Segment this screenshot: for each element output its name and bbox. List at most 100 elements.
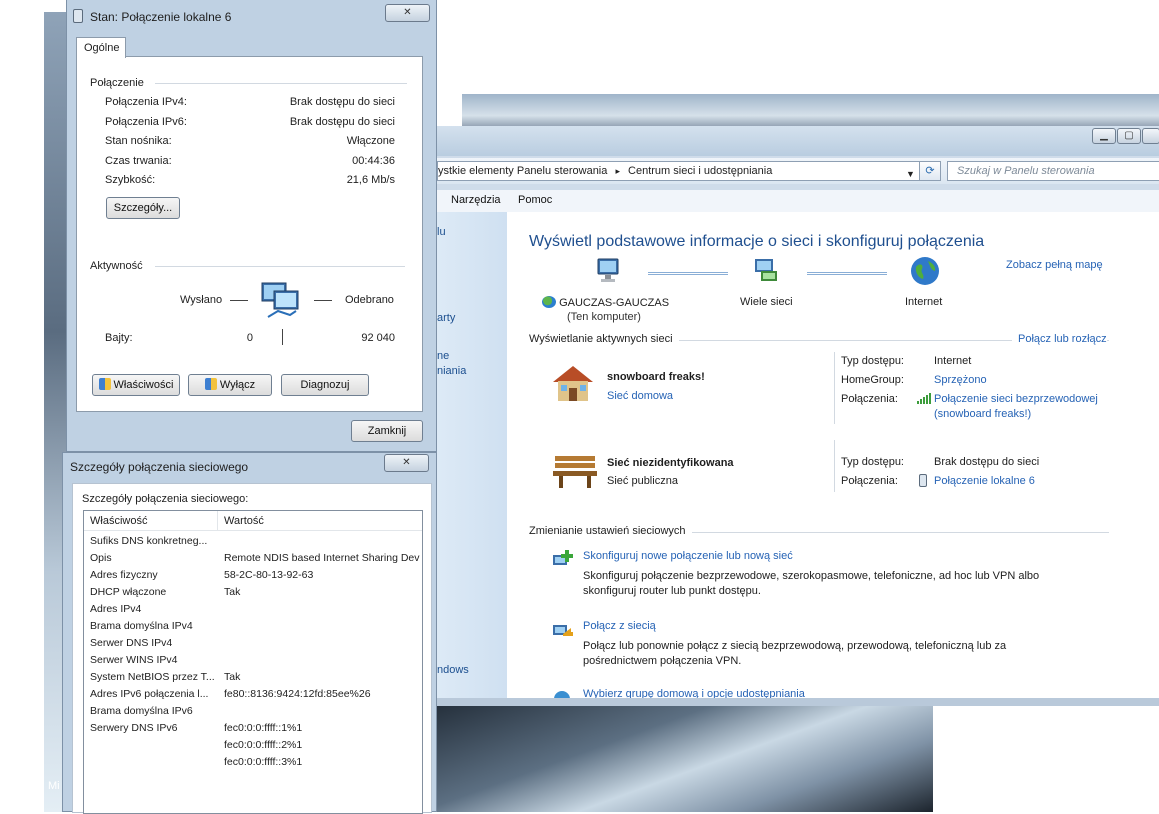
network-name: snowboard freaks!	[607, 371, 705, 383]
table-row[interactable]: Brama domyślna IPv6	[90, 705, 422, 722]
chevron-down-icon[interactable]: ▼	[906, 169, 915, 179]
row-label: Połączenia IPv6:	[105, 116, 187, 128]
network-type-link[interactable]: Sieć domowa	[607, 390, 673, 402]
search-input[interactable]: Szukaj w Panelu sterowania	[947, 161, 1159, 181]
local-connection-link[interactable]: Połączenie lokalne 6	[934, 475, 1035, 487]
dialog-close-x[interactable]: ✕	[385, 4, 430, 22]
row-label: Połączenia IPv4:	[105, 96, 187, 108]
row-label: Szybkość:	[105, 174, 156, 186]
table-row[interactable]: System NetBIOS przez T... Tak	[90, 671, 422, 688]
change-settings-title: Zmienianie ustawień sieciowych	[529, 525, 692, 537]
row-property: Adres fizyczny	[90, 569, 158, 581]
desktop-wallpaper-top	[462, 94, 1159, 130]
table-row[interactable]: Serwery DNS IPv6 fec0:0:0:ffff::1%1	[90, 722, 422, 739]
address-bar-row: ystkie elementy Panelu sterowania ▸ Cent…	[437, 158, 1159, 184]
details-button[interactable]: Szczegóły...	[106, 197, 180, 219]
setup-new-connection-link[interactable]: Skonfiguruj nowe połączenie lub nową sie…	[583, 550, 793, 562]
disable-button[interactable]: Wyłącz	[188, 374, 272, 396]
connections-label: Połączenia:	[841, 393, 898, 405]
computer-icon	[593, 257, 623, 285]
sidebar-link-fragment[interactable]: niania	[437, 365, 466, 377]
wireless-connection-link[interactable]: Połączenie sieci bezprzewodowej	[934, 393, 1098, 405]
menu-tools[interactable]: Narzędzia	[451, 194, 501, 206]
table-row[interactable]: Sufiks DNS konkretneg...	[90, 535, 422, 552]
table-row[interactable]: Adres fizyczny 58-2C-80-13-92-63	[90, 569, 422, 586]
homegroup-options-link[interactable]: Wybierz grupę domową i opcje udostępnian…	[583, 688, 883, 698]
map-networks-label[interactable]: Wiele sieci	[740, 296, 793, 308]
table-row[interactable]: DHCP włączone Tak	[90, 586, 422, 603]
column-header-value[interactable]: Wartość	[224, 515, 264, 527]
vertical-divider	[834, 440, 835, 492]
row-value: Włączone	[346, 135, 395, 147]
row-value: fec0:0:0:ffff::1%1	[224, 722, 303, 734]
new-connection-icon	[551, 549, 573, 569]
maximize-button[interactable]: ▢	[1117, 128, 1141, 144]
window-bottom-edge	[437, 698, 1159, 706]
section-title: Aktywność	[90, 260, 143, 272]
diagnose-button[interactable]: Diagnozuj	[281, 374, 369, 396]
column-separator[interactable]	[217, 511, 218, 531]
refresh-icon[interactable]: ⟳	[919, 161, 941, 181]
list-header: Właściwość Wartość	[84, 511, 422, 531]
access-type-value: Brak dostępu do sieci	[934, 456, 1040, 468]
close-dialog-button[interactable]: Zamknij	[351, 420, 423, 442]
properties-button[interactable]: Właściwości	[92, 374, 180, 396]
close-button[interactable]	[1142, 128, 1159, 144]
table-row[interactable]: Serwer WINS IPv4	[90, 654, 422, 671]
task-description: Połącz lub ponownie połącz z siecią bezp…	[583, 640, 1007, 652]
table-row[interactable]: Serwer DNS IPv4	[90, 637, 422, 654]
table-row[interactable]: Brama domyślna IPv4	[90, 620, 422, 637]
breadcrumb-separator-icon[interactable]: ▸	[615, 166, 620, 176]
row-value: 21,6 Mb/s	[346, 174, 395, 186]
homegroup-link[interactable]: Sprzężono	[934, 374, 987, 386]
table-row[interactable]: Opis Remote NDIS based Internet Sharing D…	[90, 552, 422, 569]
network-center-window: ▁ ▢ ystkie elementy Panelu sterowania ▸ …	[436, 126, 1159, 706]
network-activity-icon	[260, 279, 304, 321]
sidebar-link-fragment[interactable]: ne	[437, 350, 449, 362]
page-title: Wyświetl podstawowe informacje o sieci i…	[529, 233, 985, 250]
table-row[interactable]: fec0:0:0:ffff::3%1	[90, 756, 422, 773]
table-row[interactable]: Adres IPv6 połączenia l... fe80::8136:942…	[90, 688, 422, 705]
task-description: Skonfiguruj połączenie bezprzewodowe, sz…	[583, 570, 1040, 582]
map-computer-label[interactable]: GAUCZAS-GAUCZAS	[542, 296, 669, 309]
map-internet-label[interactable]: Internet	[905, 296, 942, 308]
map-connector	[807, 272, 887, 275]
breadcrumb-network-center[interactable]: Centrum sieci i udostępniania	[628, 165, 772, 177]
address-bar[interactable]: ystkie elementy Panelu sterowania ▸ Cent…	[437, 161, 939, 181]
row-property: Adres IPv6 połączenia l...	[90, 688, 209, 700]
connection-status-dialog: Stan: Połączenie lokalne 6 ✕ Ogólne Połą…	[66, 0, 437, 452]
properties-button-label: Właściwości	[113, 379, 174, 391]
row-value: fec0:0:0:ffff::2%1	[224, 739, 303, 751]
network-name: Sieć niezidentyfikowana	[607, 457, 734, 469]
dialog-close-x[interactable]: ✕	[384, 454, 429, 472]
details-list[interactable]: Właściwość Wartość Sufiks DNS konkretneg…	[83, 510, 423, 814]
row-value: Tak	[224, 671, 241, 683]
sidebar-link-fragment[interactable]: ndows	[437, 664, 469, 676]
sidebar-link-fragment[interactable]: lu	[437, 226, 446, 238]
table-row[interactable]: Adres IPv4	[90, 603, 422, 620]
connect-to-network-link[interactable]: Połącz z siecią	[583, 620, 656, 632]
row-value: Tak	[224, 586, 241, 598]
tab-general[interactable]: Ogólne	[76, 37, 126, 58]
breadcrumb-all-items[interactable]: ystkie elementy Panelu sterowania	[438, 165, 607, 177]
menu-help[interactable]: Pomoc	[518, 194, 552, 206]
row-value: fec0:0:0:ffff::3%1	[224, 756, 303, 768]
column-header-property[interactable]: Właściwość	[90, 515, 147, 527]
internet-globe-icon	[910, 256, 940, 286]
row-value: Brak dostępu do sieci	[289, 96, 395, 108]
row-label: Stan nośnika:	[105, 135, 172, 147]
home-network-icon	[549, 362, 599, 406]
task-description: skonfiguruj router lub punkt dostępu.	[583, 585, 761, 597]
sidebar-link-fragment[interactable]: arty	[437, 312, 455, 324]
disable-button-label: Wyłącz	[219, 379, 256, 391]
row-value: fe80::8136:9424:12fd:85ee%26	[224, 688, 371, 700]
main-content: Wyświetl podstawowe informacje o sieci i…	[507, 212, 1159, 698]
see-full-map-link[interactable]: Zobacz pełną mapę	[1006, 259, 1103, 271]
wireless-connection-link-line2[interactable]: (snowboard freaks!)	[934, 408, 1031, 420]
sent-label: Wysłano	[180, 294, 223, 306]
window-titlebar[interactable]: ▁ ▢	[437, 126, 1159, 156]
ethernet-plug-icon	[73, 9, 83, 23]
connect-disconnect-link[interactable]: Połącz lub rozłącz	[1012, 333, 1107, 345]
table-row[interactable]: fec0:0:0:ffff::2%1	[90, 739, 422, 756]
minimize-button[interactable]: ▁	[1092, 128, 1116, 144]
